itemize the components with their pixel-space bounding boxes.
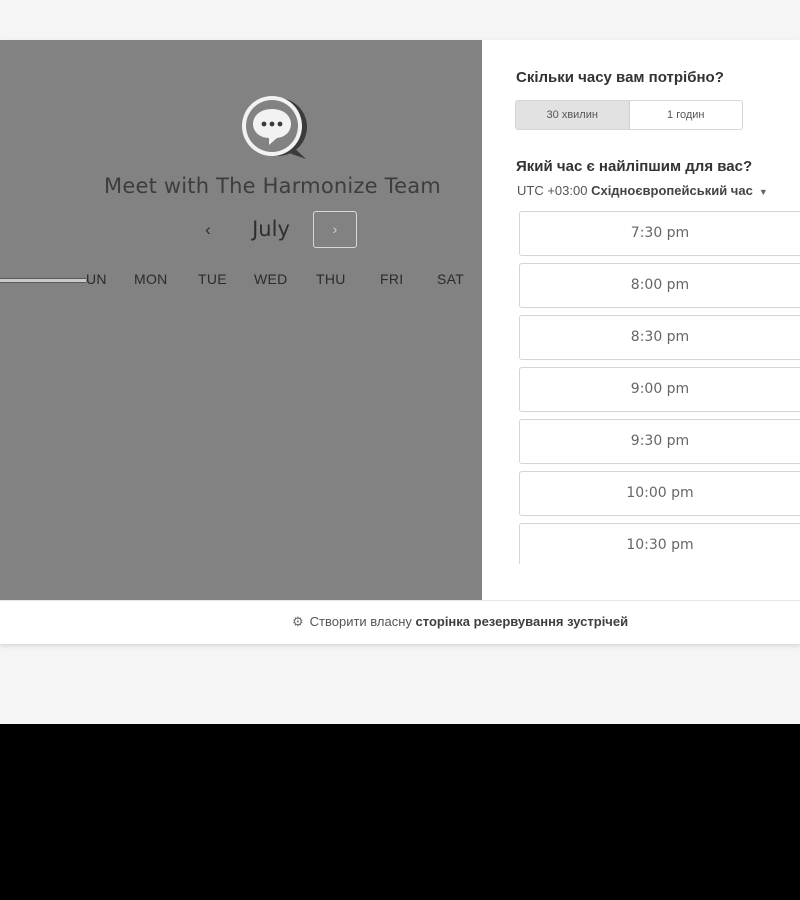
weekday-label: THU: [316, 271, 346, 287]
duration-1hour-button[interactable]: 1 годин: [629, 101, 742, 129]
time-selection-panel: Скільки часу вам потрібно? 30 хвилин 1 г…: [482, 40, 800, 600]
weekday-label: UN: [86, 271, 107, 287]
chat-bubble-logo-icon: [242, 96, 307, 159]
footer-link-text: сторінка резервування зустрічей: [415, 614, 629, 629]
hubspot-sprocket-icon: ⚙: [292, 614, 304, 629]
weekday-label: TUE: [198, 271, 227, 287]
chevron-right-icon: ›: [332, 221, 338, 237]
weekday-label: FRI: [380, 271, 404, 287]
meeting-title: Meet with The Harmonize Team: [104, 174, 441, 198]
duration-30min-button[interactable]: 30 хвилин: [516, 101, 630, 129]
time-slot-button[interactable]: 8:00 pm: [519, 263, 800, 308]
calendar-panel: Meet with The Harmonize Team ‹ July › UN…: [0, 40, 482, 600]
timezone-name: Східноєвропейський час: [591, 183, 753, 198]
time-slot-button[interactable]: 9:30 pm: [519, 419, 800, 464]
weekday-label: MON: [134, 271, 168, 287]
weekday-label: WED: [254, 271, 288, 287]
prev-month-button[interactable]: ‹: [198, 216, 218, 244]
timezone-offset: UTC +03:00: [517, 183, 588, 198]
time-slot-list[interactable]: 7:30 pm 8:00 pm 8:30 pm 9:00 pm 9:30 pm …: [519, 211, 800, 564]
time-slot-button[interactable]: 10:30 pm: [519, 523, 800, 564]
time-question: Який час є найліпшим для вас?: [516, 158, 753, 175]
duration-question: Скільки часу вам потрібно?: [516, 69, 724, 86]
timezone-select[interactable]: UTC +03:00 Східноєвропейський час ▼: [517, 183, 768, 198]
weekday-label: SAT: [437, 271, 465, 287]
caret-down-icon: ▼: [758, 187, 768, 197]
time-slot-button[interactable]: 7:30 pm: [519, 211, 800, 256]
time-slot-button[interactable]: 9:00 pm: [519, 367, 800, 412]
footer: ⚙ Створити власну сторінка резервування …: [0, 600, 800, 644]
booking-widget: Meet with The Harmonize Team ‹ July › UN…: [0, 40, 800, 644]
footer-prefix: Створити власну: [309, 614, 412, 629]
time-slot-button[interactable]: 8:30 pm: [519, 315, 800, 360]
next-month-button[interactable]: ›: [313, 211, 357, 248]
create-booking-page-link[interactable]: ⚙ Створити власну сторінка резервування …: [292, 614, 628, 630]
page: Meet with The Harmonize Team ‹ July › UN…: [0, 0, 800, 900]
duration-toggle: 30 хвилин 1 годин: [515, 100, 743, 130]
time-slot-button[interactable]: 10:00 pm: [519, 471, 800, 516]
week-indicator: [0, 278, 86, 283]
month-label: July: [252, 217, 290, 241]
